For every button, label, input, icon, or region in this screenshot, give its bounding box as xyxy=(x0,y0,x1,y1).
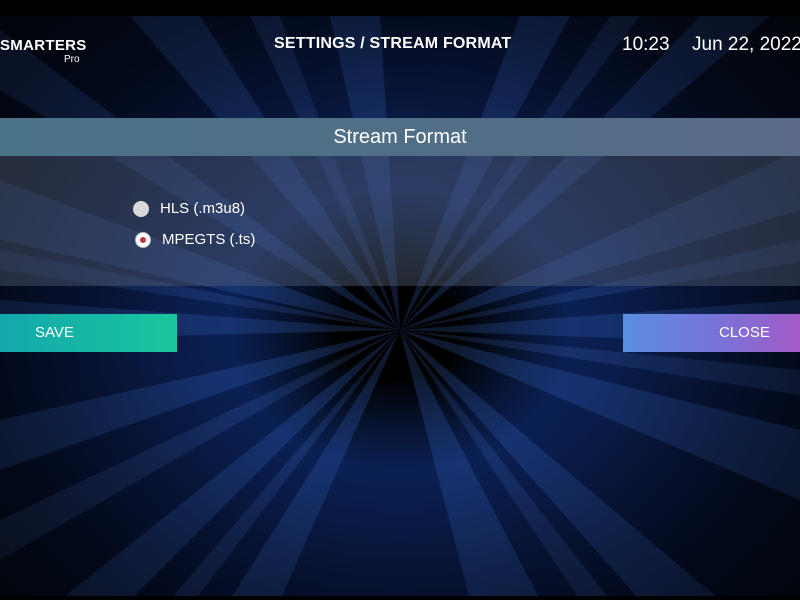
save-button[interactable]: SAVE xyxy=(0,314,177,352)
app-logo: SMARTERS xyxy=(0,37,87,54)
bottom-letterbox xyxy=(0,596,800,600)
page-title: SETTINGS / STREAM FORMAT xyxy=(274,35,512,52)
option-mpegts-label: MPEGTS (.ts) xyxy=(162,231,256,248)
radio-selected-dot xyxy=(140,236,146,243)
close-button[interactable]: CLOSE xyxy=(623,314,800,352)
radio-mpegts[interactable] xyxy=(135,231,151,248)
option-mpegts[interactable]: MPEGTS (.ts) xyxy=(135,231,255,248)
app-logo-sub: Pro xyxy=(64,54,80,65)
app-screen: SMARTERS Pro SETTINGS / STREAM FORMAT 10… xyxy=(0,0,800,600)
top-letterbox xyxy=(0,0,800,16)
stream-format-panel: Stream Format HLS (.m3u8) MPEGTS (.ts) xyxy=(0,118,800,286)
option-hls-label: HLS (.m3u8) xyxy=(160,200,246,217)
option-hls[interactable]: HLS (.m3u8) xyxy=(133,200,245,217)
clock-time: 10:23 xyxy=(622,34,670,55)
clock-date: Jun 22, 2022 xyxy=(692,34,800,55)
background-rays xyxy=(0,16,800,600)
panel-title: Stream Format xyxy=(333,126,467,148)
panel-header: Stream Format xyxy=(0,118,800,156)
radio-hls[interactable] xyxy=(133,200,149,217)
